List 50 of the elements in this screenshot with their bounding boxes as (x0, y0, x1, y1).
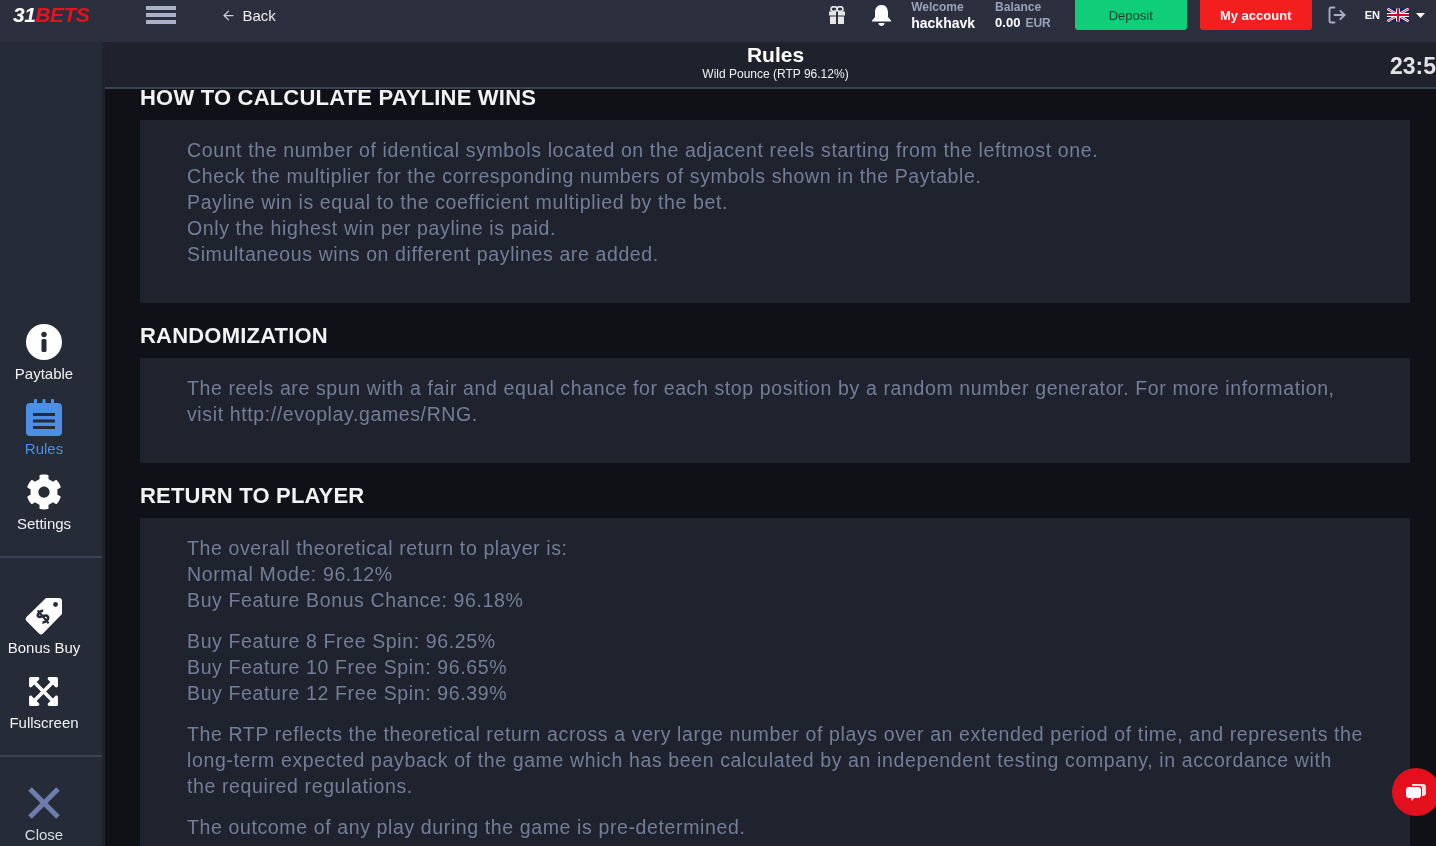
section-heading: RETURN TO PLAYER (140, 483, 366, 509)
section-heading: HOW TO CALCULATE PAYLINE WINS (140, 89, 538, 111)
sidebar-item[interactable]: Settings (16, 474, 72, 533)
rule-text: Buy Feature 12 Free Spin: 96.39% (187, 681, 509, 706)
username: hackhavk (911, 14, 976, 32)
settings-icon (26, 474, 62, 510)
gift-icon[interactable] (829, 6, 846, 24)
arrow-left-icon (221, 7, 237, 23)
caret-icon (1416, 12, 1425, 18)
rule-text: Simultaneous wins on different paylines are added. (187, 242, 660, 267)
logout-icon[interactable] (1326, 5, 1347, 25)
back-button[interactable]: Back (221, 0, 276, 30)
rule-text: Buy Feature Bonus Chance: 96.18% (187, 588, 525, 613)
info-icon (26, 324, 62, 360)
rule-text: Payline win is equal to the coefficient multiplied by the bet. (187, 190, 730, 215)
chat-icon (1406, 783, 1426, 801)
rule-text: The outcome of any play during the game is pre-determined. (187, 815, 747, 840)
bell-icon[interactable] (872, 4, 892, 26)
clock: 23:5 (1389, 52, 1436, 79)
rule-text: Buy Feature 10 Free Spin: 96.65% (187, 655, 509, 680)
rule-text: The RTP reflects the theoretical return across a very large number of plays over an extended period of time, and represents the long-term expected payback of the game which has been calculated by an independent testing company, in accordance with the required regulations. (187, 722, 1363, 799)
page-title: Rules (746, 43, 805, 67)
logo[interactable]: 31BETS (13, 0, 90, 30)
balance-label: Balance (995, 0, 1043, 14)
section-heading: RANDOMIZATION (140, 323, 329, 349)
fullscreen-icon (27, 674, 61, 708)
price-tag-icon (25, 597, 63, 635)
sidebar-item[interactable]: Fullscreen (9, 673, 79, 732)
currency: EUR (1025, 15, 1051, 32)
welcome-label: Welcome (911, 0, 965, 14)
rule-text: The reels are spun with a fair and equal chance for each stop position by a random number generator. For more information, visit http://evoplay.games/RNG. (187, 376, 1336, 427)
rule-text: Normal Mode: 96.12% (187, 562, 394, 587)
sidebar-item[interactable]: Close (24, 785, 64, 844)
rule-text: The overall theoretical return to player is: (187, 536, 569, 561)
flag-icon (1387, 8, 1409, 22)
game-subtitle: Wild Pounce (RTP 96.12%) (702, 67, 849, 81)
menu-icon (146, 6, 177, 24)
rule-text: Only the highest win per payline is paid. (187, 216, 558, 241)
balance-amount: 0.00 (995, 14, 1021, 32)
sidebar-item[interactable]: Rules (24, 399, 64, 458)
language-selector[interactable]: EN (1364, 0, 1425, 30)
close-icon (27, 786, 61, 820)
deposit-button[interactable]: Deposit (1074, 0, 1187, 30)
notepad-icon (26, 398, 62, 436)
rule-text: Buy Feature 8 Free Spin: 96.25% (187, 629, 497, 654)
sidebar-item[interactable]: Paytable (14, 324, 74, 383)
rule-text: Count the number of identical symbols located on the adjacent reels starting from the leftmost one. (187, 138, 1100, 163)
account-button[interactable]: My account (1199, 0, 1312, 30)
rule-text: Check the multiplier for the corresponding numbers of symbols shown in the Paytable. (187, 164, 983, 189)
sidebar-item[interactable]: Bonus Buy (7, 598, 81, 657)
